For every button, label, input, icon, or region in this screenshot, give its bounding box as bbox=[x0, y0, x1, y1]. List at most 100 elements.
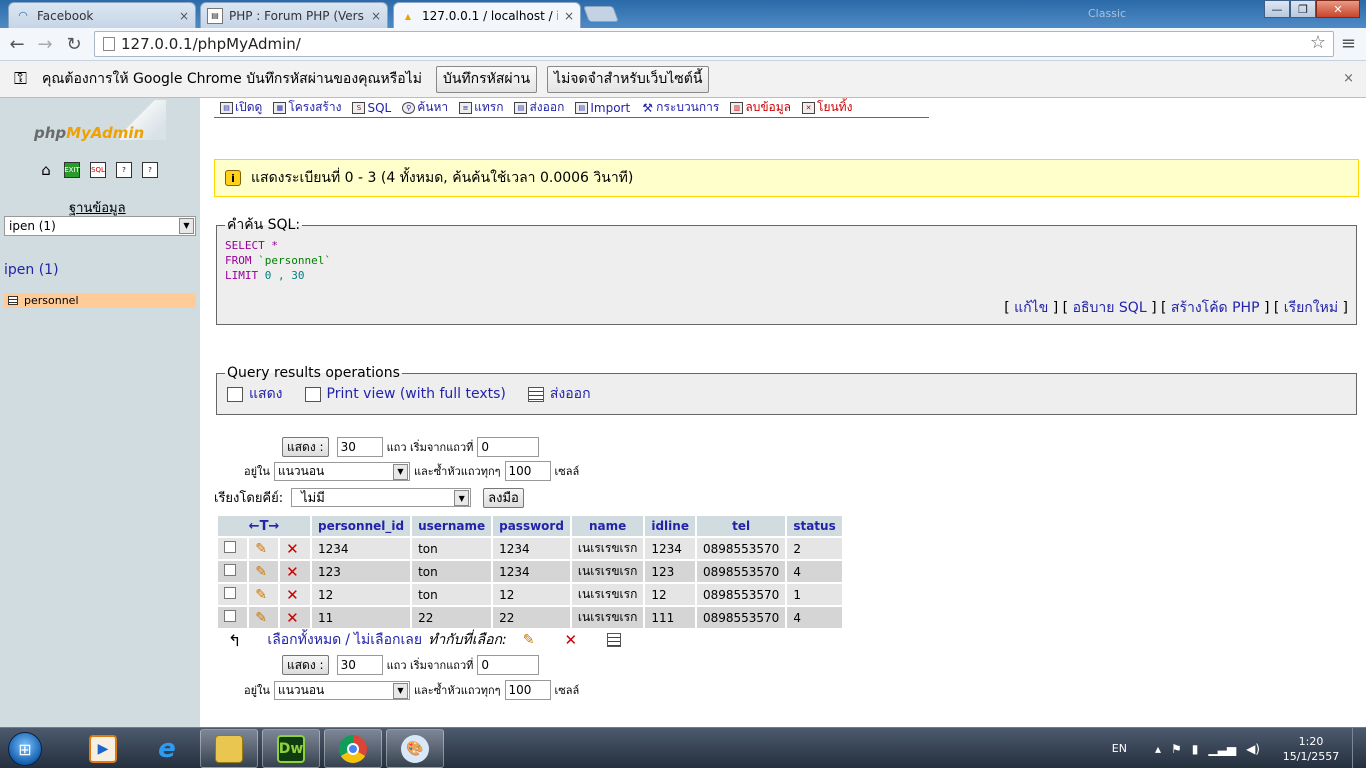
show-button[interactable]: แสดง : bbox=[282, 655, 329, 675]
column-header-username[interactable]: username bbox=[412, 516, 492, 536]
tab-facebook[interactable]: ◠ Facebook × bbox=[8, 2, 196, 28]
repeat-input[interactable]: 100 bbox=[504, 680, 551, 700]
never-save-button[interactable]: ไม่จดจำสำหรับเว็บไซต์นี้ bbox=[547, 65, 710, 93]
refresh-link[interactable]: เรียกใหม่ bbox=[1284, 297, 1338, 319]
clock[interactable]: 1:20 15/1/2557 bbox=[1276, 734, 1346, 764]
delete-x-icon[interactable]: ✕ bbox=[286, 563, 299, 581]
network-icon[interactable]: ▁▃▅ bbox=[1208, 742, 1236, 756]
uncheck-all-link[interactable]: ไม่เลือกเลย bbox=[354, 629, 422, 651]
tab-drop[interactable]: ✕ โยนทิ้ง bbox=[796, 98, 857, 117]
start-button[interactable]: ⊞ bbox=[2, 729, 48, 768]
column-header-name[interactable]: name bbox=[571, 516, 644, 536]
tab-php-forum[interactable]: ▤ PHP : Forum PHP (Version × bbox=[200, 2, 388, 28]
tab-browse[interactable]: ▤ เปิดดู bbox=[214, 98, 267, 117]
go-button[interactable]: ลงมือ bbox=[483, 487, 524, 508]
infobar-close-icon[interactable]: × bbox=[1343, 71, 1354, 86]
minimize-button[interactable]: — bbox=[1264, 0, 1290, 18]
back-button[interactable]: ← bbox=[6, 33, 28, 55]
delete-selected-icon[interactable]: ✕ bbox=[564, 631, 577, 649]
close-window-button[interactable]: ✕ bbox=[1316, 0, 1360, 18]
column-header-tel[interactable]: tel bbox=[696, 516, 786, 536]
database-select[interactable]: ipen (1) ▼ bbox=[4, 216, 196, 236]
check-all-link[interactable]: เลือกทั้งหมด bbox=[267, 629, 341, 651]
bookmark-star-icon[interactable]: ☆ bbox=[1310, 32, 1326, 53]
home-icon[interactable]: ⌂ bbox=[38, 161, 54, 179]
column-header-personnel-id[interactable]: personnel_id bbox=[312, 516, 411, 536]
start-row-input[interactable]: 0 bbox=[477, 437, 540, 457]
volume-icon[interactable]: ◀) bbox=[1246, 742, 1260, 756]
show-desktop-button[interactable] bbox=[1352, 728, 1366, 768]
taskbar-media-player[interactable]: ▶ bbox=[74, 729, 132, 768]
export-link[interactable]: ส่งออก bbox=[527, 383, 591, 405]
tab-import[interactable]: ▤ Import bbox=[569, 98, 635, 117]
row-checkbox[interactable] bbox=[224, 541, 236, 553]
query-window-icon[interactable]: ? bbox=[116, 162, 132, 178]
start-row-input[interactable]: 0 bbox=[477, 655, 540, 675]
documentation-icon[interactable]: ? bbox=[142, 162, 158, 178]
new-tab-button[interactable] bbox=[583, 6, 619, 22]
edit-sql-link[interactable]: แก้ไข bbox=[1014, 297, 1048, 319]
create-php-code-link[interactable]: สร้างโค้ด PHP bbox=[1171, 297, 1260, 319]
rows-input[interactable]: 30 bbox=[336, 655, 383, 675]
tab-close-button[interactable]: × bbox=[179, 9, 189, 23]
tab-structure[interactable]: ▦ โครงสร้าง bbox=[267, 98, 346, 117]
maximize-button[interactable]: ❐ bbox=[1290, 0, 1316, 18]
tab-export[interactable]: ▤ ส่งออก bbox=[508, 98, 569, 117]
exit-icon[interactable]: EXIT bbox=[64, 162, 80, 178]
edit-pencil-icon[interactable]: ✎ bbox=[255, 610, 267, 626]
taskbar-dreamweaver[interactable]: Dw bbox=[262, 729, 320, 768]
edit-selected-icon[interactable]: ✎ bbox=[523, 632, 535, 648]
tab-close-button[interactable]: × bbox=[371, 9, 381, 23]
forward-button[interactable]: → bbox=[34, 33, 56, 55]
tab-search[interactable]: ⚲ ค้นหา bbox=[396, 98, 453, 117]
save-password-button[interactable]: บันทึกรหัสผ่าน bbox=[435, 65, 538, 93]
sql-query-code[interactable]: SELECT * FROM `personnel` LIMIT 0 , 30 bbox=[217, 236, 1356, 283]
action-center-icon[interactable]: ⚑ bbox=[1171, 742, 1182, 756]
taskbar-internet-explorer[interactable]: e bbox=[138, 729, 196, 768]
database-link[interactable]: ipen (1) bbox=[4, 262, 59, 278]
print-link[interactable]: แสดง bbox=[227, 383, 283, 405]
tab-operations[interactable]: ⚒ กระบวนการ bbox=[635, 98, 724, 117]
tab-sql[interactable]: S SQL bbox=[346, 98, 396, 117]
row-checkbox[interactable] bbox=[224, 610, 236, 622]
mode-select[interactable]: แนวนอน ▼ bbox=[273, 680, 410, 700]
sql-icon[interactable]: SQL bbox=[90, 162, 106, 178]
sort-key-select[interactable]: ไม่มี ▼ bbox=[291, 488, 472, 507]
rows-input[interactable]: 30 bbox=[336, 437, 383, 457]
row-checkbox[interactable] bbox=[224, 564, 236, 576]
row-checkbox[interactable] bbox=[224, 587, 236, 599]
chrome-menu-icon[interactable]: ≡ bbox=[1341, 33, 1356, 54]
show-button[interactable]: แสดง : bbox=[282, 437, 329, 457]
tab-empty[interactable]: ▥ ลบข้อมูล bbox=[724, 98, 796, 117]
edit-pencil-icon[interactable]: ✎ bbox=[255, 541, 267, 557]
sql-action-links: [ แก้ไข ] [ อธิบาย SQL ] [ สร้างโค้ด PHP… bbox=[216, 292, 1357, 325]
edit-pencil-icon[interactable]: ✎ bbox=[255, 564, 267, 580]
mode-select[interactable]: แนวนอน ▼ bbox=[273, 461, 410, 481]
taskbar-windows-explorer[interactable] bbox=[200, 729, 258, 768]
language-indicator[interactable]: EN bbox=[1112, 742, 1127, 755]
tab-insert[interactable]: ≡ แทรก bbox=[453, 98, 508, 117]
column-header-idline[interactable]: idline bbox=[645, 516, 695, 536]
delete-x-icon[interactable]: ✕ bbox=[286, 540, 299, 558]
column-header-status[interactable]: status bbox=[787, 516, 842, 536]
tab-close-button[interactable]: × bbox=[564, 9, 574, 23]
repeat-input[interactable]: 100 bbox=[504, 461, 551, 481]
phpmyadmin-logo[interactable]: phpMyAdmin bbox=[34, 124, 144, 142]
sidebar-table-personnel[interactable]: personnel bbox=[4, 293, 196, 308]
export-selected-icon[interactable] bbox=[607, 633, 622, 647]
print-full-link[interactable]: Print view (with full texts) bbox=[304, 386, 506, 402]
explain-sql-link[interactable]: อธิบาย SQL bbox=[1073, 297, 1147, 319]
with-selected-bar: ↰ เลือกทั้งหมด / ไม่เลือกเลย ทำกับที่เลื… bbox=[228, 629, 627, 651]
edit-pencil-icon[interactable]: ✎ bbox=[255, 587, 267, 603]
sort-arrows-header[interactable]: ←T→ bbox=[218, 516, 310, 536]
show-hidden-icons-icon[interactable]: ▴ bbox=[1155, 742, 1161, 756]
delete-x-icon[interactable]: ✕ bbox=[286, 609, 299, 627]
taskbar-paint[interactable]: 🎨 bbox=[386, 729, 444, 768]
tab-phpmyadmin[interactable]: ▲ 127.0.0.1 / localhost / ipen × bbox=[393, 2, 581, 29]
taskbar-chrome[interactable] bbox=[324, 729, 382, 768]
reload-button[interactable]: ↻ bbox=[63, 33, 85, 55]
delete-x-icon[interactable]: ✕ bbox=[286, 586, 299, 604]
address-bar[interactable]: 127.0.0.1/phpMyAdmin/ bbox=[94, 31, 1334, 57]
power-icon[interactable]: ▮ bbox=[1192, 742, 1199, 756]
column-header-password[interactable]: password bbox=[493, 516, 570, 536]
